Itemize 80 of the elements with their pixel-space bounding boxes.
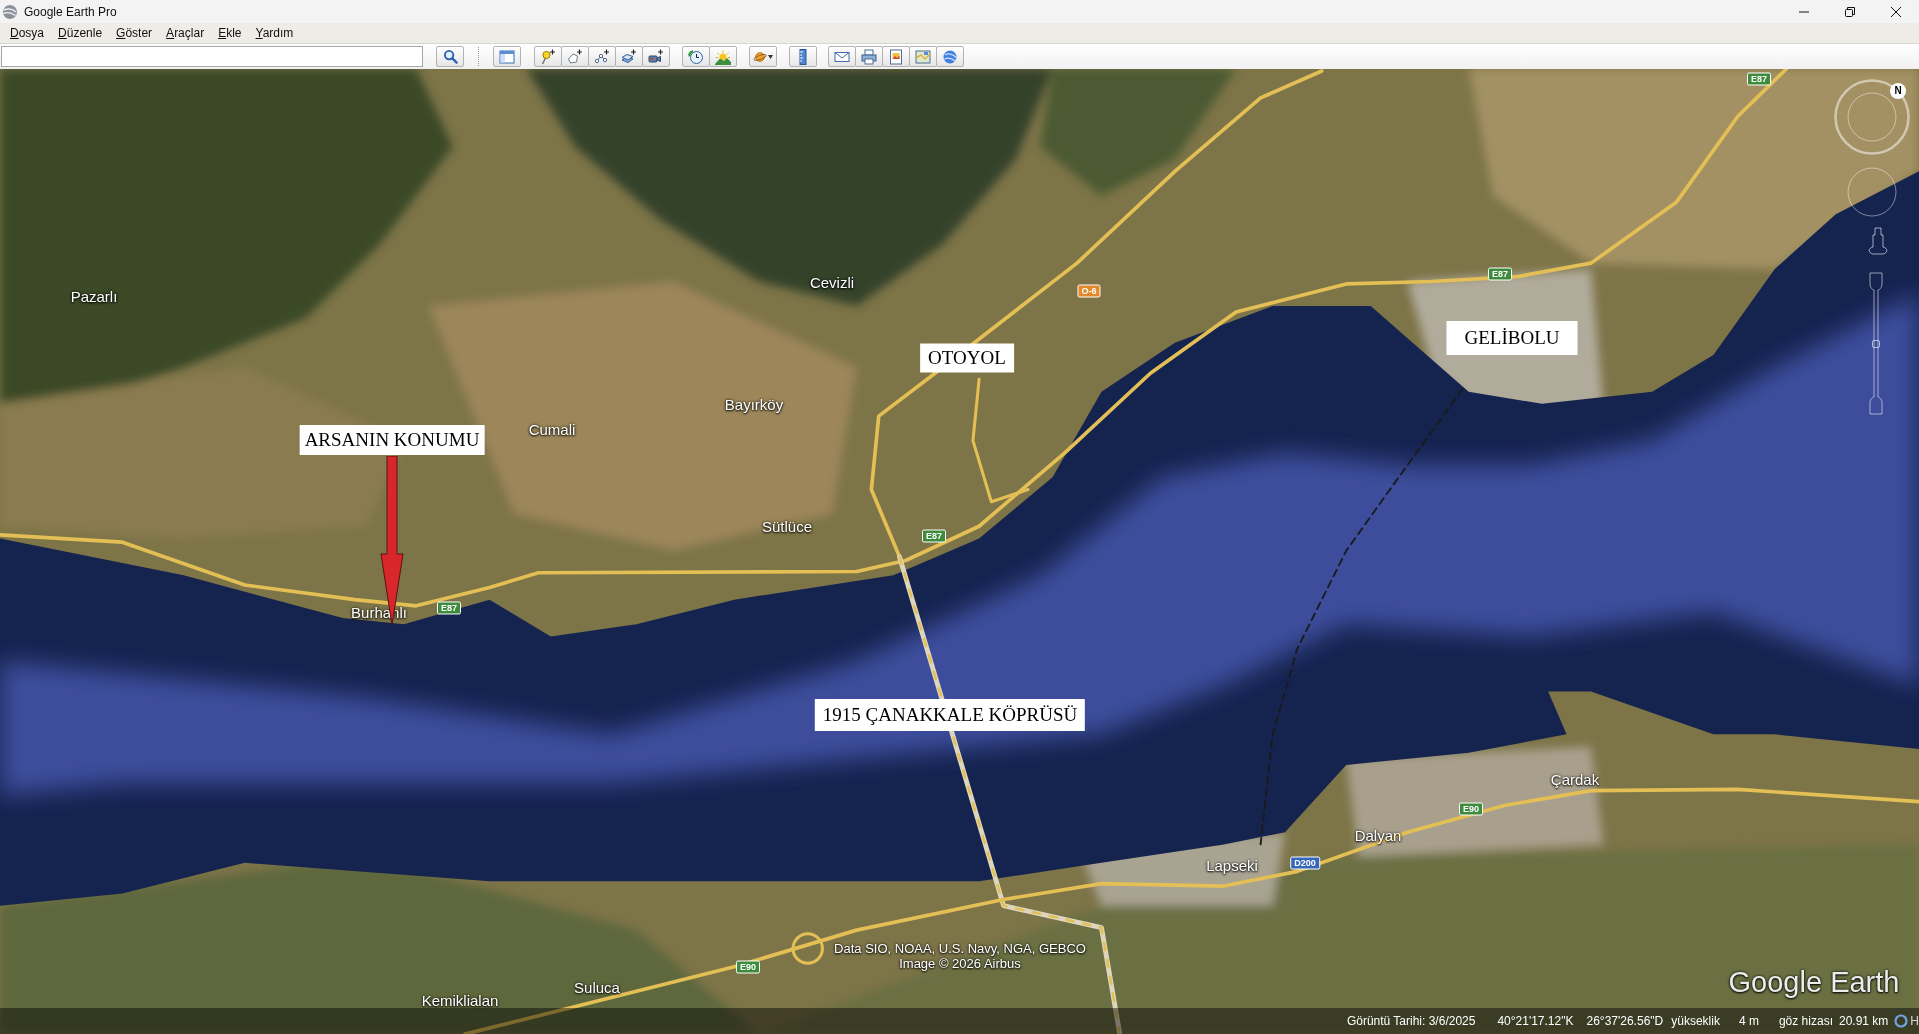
road-shield: E90 <box>736 960 760 974</box>
maps-button[interactable] <box>909 46 937 67</box>
menu-item[interactable]: Dosya <box>10 25 45 41</box>
menu-item[interactable]: Ekle <box>218 25 242 41</box>
email-button[interactable] <box>828 46 856 67</box>
earth-button[interactable] <box>936 46 964 67</box>
menu-item[interactable]: Düzenle <box>58 25 103 41</box>
add-path-button[interactable] <box>588 46 616 67</box>
road-shield: E87 <box>1488 267 1512 281</box>
zoom-slider[interactable] <box>1867 272 1885 415</box>
annotation-label: OTOYOL <box>920 343 1014 373</box>
elevation-value: 4 m <box>1738 1013 1759 1030</box>
record-tour-button[interactable] <box>642 46 670 67</box>
globe-icon <box>942 48 958 65</box>
restore-icon <box>1845 6 1855 17</box>
road-shield: E87 <box>1747 72 1771 86</box>
place-label: Suluca <box>574 979 620 997</box>
annotation-label: 1915 ÇANAKKALE KÖPRÜSÜ <box>814 699 1086 731</box>
save-image-button[interactable] <box>882 46 910 67</box>
sun-icon <box>715 48 731 65</box>
historical-imagery-button[interactable] <box>682 46 710 67</box>
look-joystick[interactable] <box>1847 167 1897 217</box>
road-shield: D200 <box>1290 856 1320 870</box>
zoom-slider-thumb[interactable] <box>1872 339 1880 348</box>
menu-item[interactable]: Göster <box>116 25 153 41</box>
pushpin-icon <box>540 48 556 65</box>
ring-icon <box>1894 1014 1909 1028</box>
latitude-text: 40°21'17.12"K <box>1497 1013 1574 1030</box>
attribution-text: Image © 2026 Airbus <box>899 956 1021 971</box>
place-label: Cevizli <box>809 274 855 292</box>
eye-altitude-value: 20.91 km <box>1838 1013 1889 1030</box>
print-button[interactable] <box>855 46 883 67</box>
trailing-text: H <box>1910 1013 1919 1030</box>
eye-altitude-label: göz hizası <box>1778 1013 1833 1030</box>
add-placemark-button[interactable] <box>534 46 562 67</box>
place-label: Dalyan <box>1354 827 1402 845</box>
place-label: Sütlüce <box>762 518 812 536</box>
printer-icon <box>861 48 877 65</box>
compass-control[interactable] <box>1834 79 1910 155</box>
search-button[interactable] <box>436 46 464 67</box>
place-label: Cumali <box>528 421 576 439</box>
place-label: Lapseki <box>1206 857 1258 875</box>
sidebar-icon <box>499 48 515 65</box>
logo-text: Google Earth <box>1728 965 1900 999</box>
search-icon <box>442 49 458 64</box>
satellite-map-drawing[interactable] <box>0 69 1919 1034</box>
search-field[interactable] <box>1 46 423 67</box>
place-label: Çardak <box>1550 771 1600 789</box>
place-label: Kemiklialan <box>421 992 499 1010</box>
path-icon <box>594 48 610 65</box>
caret-icon <box>768 54 773 59</box>
add-polygon-button[interactable] <box>561 46 589 67</box>
image-date-text: Görüntü Tarihi: 3/6/2025 <box>1346 1013 1476 1030</box>
sunlight-button[interactable] <box>709 46 737 67</box>
sidebar-button[interactable] <box>493 46 521 67</box>
road-shield: O-6 <box>1077 284 1101 298</box>
place-label: Bayırköy <box>724 396 784 414</box>
road-shield: E90 <box>1459 802 1483 816</box>
window-title: Google Earth Pro <box>24 3 117 21</box>
video-camera-icon <box>648 48 664 65</box>
polygon-icon <box>567 48 583 65</box>
layers-icon <box>621 48 637 65</box>
planet-icon <box>753 49 767 64</box>
road-shield: E87 <box>922 529 946 543</box>
planet-button[interactable] <box>749 46 777 67</box>
menu-item[interactable]: Araçlar <box>166 25 205 41</box>
map-icon <box>915 48 931 65</box>
picture-icon <box>888 48 904 65</box>
place-label: Pazarlı <box>70 288 118 306</box>
ruler-button[interactable] <box>789 46 817 67</box>
close-icon <box>1891 6 1901 17</box>
menu-item[interactable]: Yardım <box>255 25 294 41</box>
attribution-text: Data SIO, NOAA, U.S. Navy, NGA, GEBCO <box>834 941 1086 956</box>
elevation-label: yükseklik <box>1671 1013 1720 1030</box>
annotation-label: ARSANIN KONUMU <box>299 425 485 455</box>
longitude-text: 26°37'26.56"D <box>1586 1013 1664 1030</box>
add-overlay-button[interactable] <box>615 46 643 67</box>
road-shield: E87 <box>437 601 461 615</box>
annotation-label: GELİBOLU <box>1446 321 1578 355</box>
clock-icon <box>688 48 704 65</box>
